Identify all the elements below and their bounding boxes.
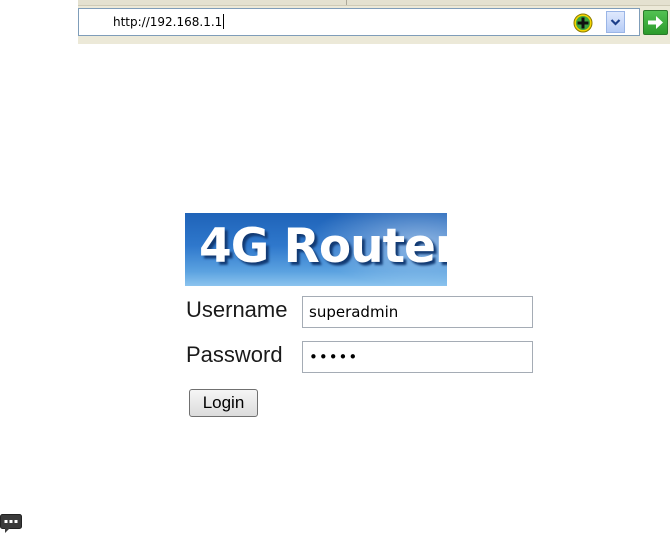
password-input[interactable] xyxy=(302,341,533,373)
address-url-value: http://192.168.1.1 xyxy=(113,15,223,29)
address-url-text[interactable]: http://192.168.1.1 xyxy=(113,14,225,29)
go-arrow-icon xyxy=(648,16,663,29)
chevron-down-icon xyxy=(610,19,621,26)
go-button[interactable] xyxy=(643,10,668,35)
login-button[interactable]: Login xyxy=(189,389,258,417)
address-dropdown-button[interactable] xyxy=(606,11,625,33)
address-field[interactable]: http://192.168.1.1 xyxy=(78,8,640,36)
comment-icon[interactable] xyxy=(0,514,22,534)
text-caret xyxy=(223,14,225,29)
add-favorite-icon[interactable] xyxy=(573,13,593,33)
address-bar: http://192.168.1.1 xyxy=(78,0,670,44)
page: http://192.168.1.1 4G Router Username su… xyxy=(0,0,670,537)
router-logo: 4G Router xyxy=(185,213,447,286)
logo-text: 4G Router xyxy=(199,219,447,274)
toolbar-divider xyxy=(346,0,347,5)
username-label: Username xyxy=(186,297,288,322)
username-input[interactable] xyxy=(302,296,533,328)
password-label: Password xyxy=(186,342,283,367)
toolbar-edge xyxy=(78,0,670,6)
